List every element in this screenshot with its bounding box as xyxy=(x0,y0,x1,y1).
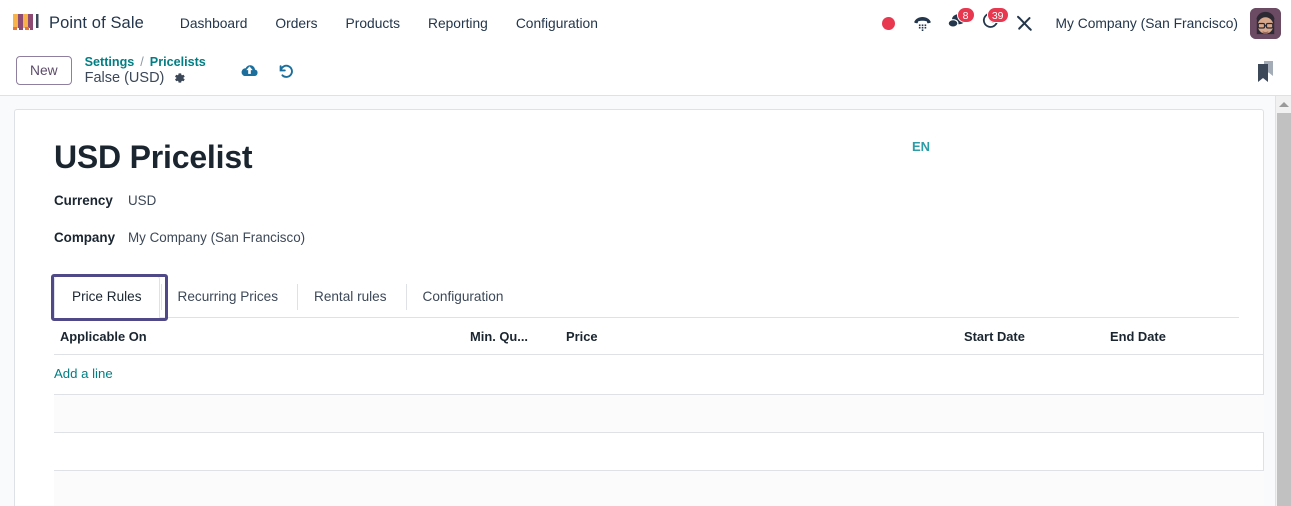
systray: 8 39 My Company (San Francisco) xyxy=(872,6,1281,40)
breadcrumb-separator: / xyxy=(140,54,144,69)
breadcrumb-item-pricelists[interactable]: Pricelists xyxy=(150,55,206,69)
cloud-upload-icon[interactable] xyxy=(240,63,259,79)
scrollbar-up-button[interactable] xyxy=(1276,96,1291,113)
notebook-tab-bar: Price Rules Recurring Prices Rental rule… xyxy=(51,274,1239,321)
language-badge[interactable]: EN xyxy=(912,139,930,154)
notebook: Price Rules Recurring Prices Rental rule… xyxy=(51,274,1264,506)
column-header-start-date[interactable]: Start Date xyxy=(958,318,1104,355)
column-header-end-date[interactable]: End Date xyxy=(1104,318,1264,355)
undo-arrow-icon[interactable] xyxy=(277,62,295,79)
user-avatar[interactable] xyxy=(1250,7,1281,39)
table-body: Add a line xyxy=(54,354,1264,506)
messages-count-badge: 8 xyxy=(956,7,975,23)
field-value-company[interactable]: My Company (San Francisco) xyxy=(128,230,305,245)
brand-home-link[interactable]: Point of Sale xyxy=(12,11,144,35)
column-header-applicable-on[interactable]: Applicable On xyxy=(54,318,464,355)
new-record-button[interactable]: New xyxy=(16,55,72,86)
messages-menu-button[interactable]: 8 xyxy=(940,6,975,40)
field-value-currency[interactable]: USD xyxy=(128,193,156,208)
tab-price-rules[interactable]: Price Rules xyxy=(54,276,160,318)
table-header-row: Applicable On Min. Qu... Price Start Dat… xyxy=(54,318,1264,355)
menu-item-products[interactable]: Products xyxy=(332,10,414,37)
menu-item-configuration[interactable]: Configuration xyxy=(502,10,612,37)
bookmark-icon[interactable] xyxy=(1253,58,1277,84)
field-company: Company My Company (San Francisco) xyxy=(54,230,1239,258)
breadcrumb: Settings / Pricelists False (USD) xyxy=(85,55,206,87)
activities-menu-button[interactable]: 39 xyxy=(974,6,1009,40)
vertical-scrollbar[interactable] xyxy=(1275,96,1291,506)
add-line-cell: Add a line xyxy=(54,354,1264,395)
wrench-screwdriver-icon[interactable] xyxy=(1008,6,1042,40)
phone-dialpad-icon[interactable] xyxy=(906,6,940,40)
field-label-currency: Currency xyxy=(54,193,113,208)
chevron-up-icon xyxy=(1278,102,1289,107)
column-header-price[interactable]: Price xyxy=(560,318,958,355)
form-view-content: EN USD Pricelist Currency USD Company My… xyxy=(0,96,1291,506)
tab-recurring-prices[interactable]: Recurring Prices xyxy=(160,276,296,317)
gear-icon[interactable] xyxy=(172,71,186,85)
field-label-company: Company xyxy=(54,230,116,245)
menu-item-orders[interactable]: Orders xyxy=(261,10,331,37)
control-panel: New Settings / Pricelists False (USD) xyxy=(0,46,1291,96)
form-fields: Currency USD Company My Company (San Fra… xyxy=(54,193,1239,258)
menu-item-reporting[interactable]: Reporting xyxy=(414,10,502,37)
top-navbar: Point of Sale Dashboard Orders Products … xyxy=(0,0,1291,46)
record-dirty-actions xyxy=(240,62,295,79)
price-rules-table: Applicable On Min. Qu... Price Start Dat… xyxy=(54,318,1264,506)
page-title[interactable]: USD Pricelist xyxy=(54,138,1239,176)
field-currency: Currency USD xyxy=(54,193,1239,221)
empty-cell xyxy=(54,394,1264,433)
table-row xyxy=(54,470,1264,506)
record-dot-icon[interactable] xyxy=(872,6,906,40)
tab-rental-rules[interactable]: Rental rules xyxy=(296,276,405,317)
table-row xyxy=(54,432,1264,471)
menu-item-dashboard[interactable]: Dashboard xyxy=(166,10,262,37)
record-sheet: EN USD Pricelist Currency USD Company My… xyxy=(14,109,1264,506)
tab-configuration[interactable]: Configuration xyxy=(405,276,522,317)
breadcrumb-item-settings[interactable]: Settings xyxy=(85,55,135,69)
column-header-min-quantity[interactable]: Min. Qu... xyxy=(464,318,560,355)
company-switcher[interactable]: My Company (San Francisco) xyxy=(1042,16,1248,31)
add-a-line-button[interactable]: Add a line xyxy=(54,366,113,381)
add-line-row: Add a line xyxy=(54,354,1264,395)
table-row xyxy=(54,394,1264,433)
shop-awning-icon xyxy=(12,11,39,35)
activities-count-badge: 39 xyxy=(986,7,1009,23)
empty-cell xyxy=(54,470,1264,506)
scrollbar-thumb[interactable] xyxy=(1277,113,1291,506)
empty-cell xyxy=(54,432,1264,471)
breadcrumb-current-record: False (USD) xyxy=(84,69,165,86)
main-menu: Dashboard Orders Products Reporting Conf… xyxy=(166,10,612,37)
brand-title: Point of Sale xyxy=(49,13,144,32)
